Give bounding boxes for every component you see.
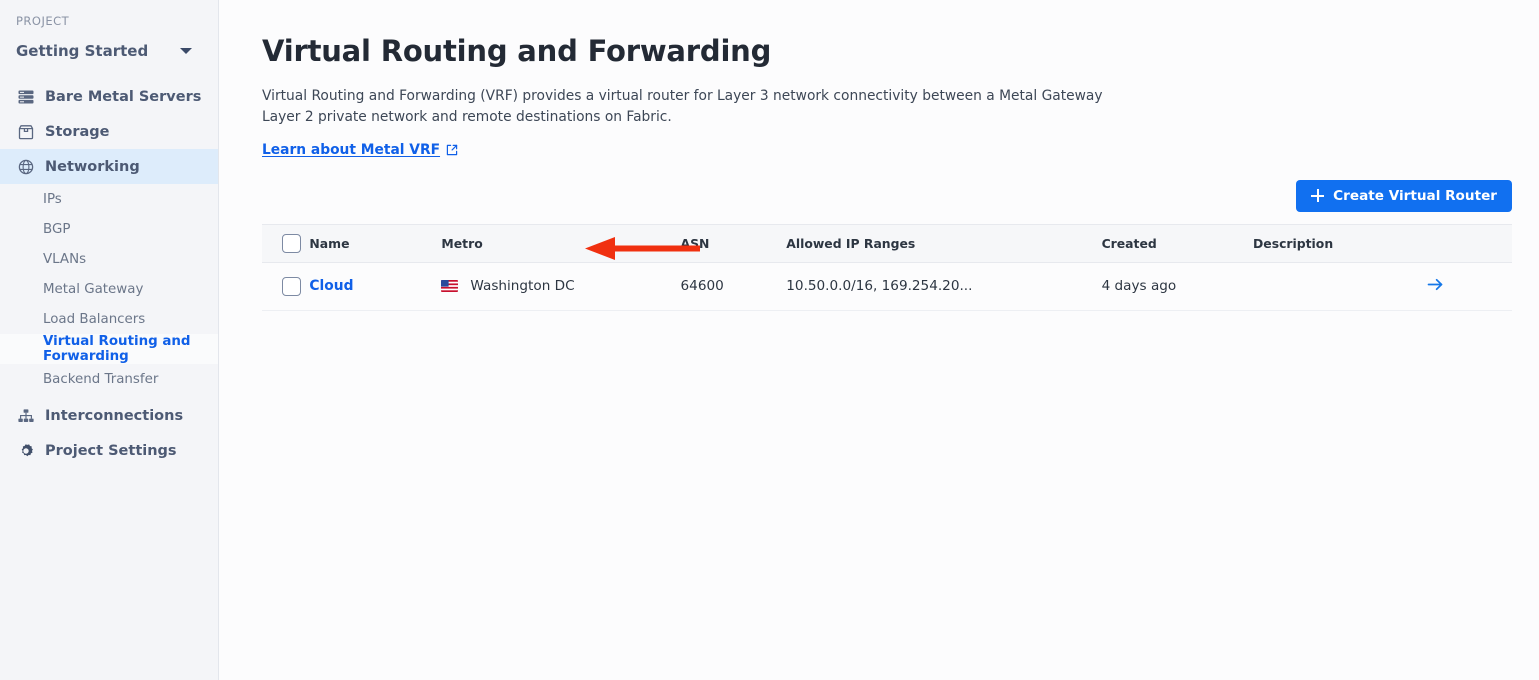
table-header: Name Metro ASN Allowed IP Ranges Created… — [262, 223, 1512, 263]
sidebar-subitem-label: Metal Gateway — [43, 281, 144, 297]
sidebar-subitem-label: IPs — [43, 191, 62, 207]
server-icon — [16, 87, 35, 106]
sidebar-item-label: Networking — [45, 158, 140, 175]
column-header-metro[interactable]: Metro — [441, 223, 681, 263]
project-label: PROJECT — [16, 14, 70, 28]
sidebar-subitem-ips[interactable]: IPs — [0, 184, 218, 214]
create-virtual-router-button[interactable]: Create Virtual Router — [1296, 179, 1512, 212]
table-header-row: Name Metro ASN Allowed IP Ranges Created… — [262, 223, 1512, 263]
create-virtual-router-label: Create Virtual Router — [1333, 187, 1497, 204]
column-header-created[interactable]: Created — [1101, 223, 1253, 263]
select-all-checkbox[interactable] — [282, 233, 301, 253]
main-content: Virtual Routing and Forwarding Virtual R… — [219, 0, 1539, 680]
chevron-down-icon — [180, 48, 192, 54]
us-flag-icon — [441, 280, 459, 293]
vrf-table-container: Name Metro ASN Allowed IP Ranges Created… — [262, 223, 1512, 311]
sidebar-subitem-label: Load Balancers — [43, 311, 146, 327]
row-created-cell: 4 days ago — [1101, 262, 1253, 311]
sidebar-subitem-label: Virtual Routing and Forwarding — [43, 334, 191, 364]
sidebar-subitem-metal-gateway[interactable]: Metal Gateway — [0, 274, 218, 304]
row-allowed-ip-ranges-cell: 10.50.0.0/16, 169.254.20... — [786, 262, 1102, 311]
sidebar-subitem-bgp[interactable]: BGP — [0, 214, 218, 244]
row-name-cell: Cloud — [309, 262, 442, 311]
sidebar-item-bare-metal-servers[interactable]: Bare Metal Servers — [0, 79, 218, 114]
row-description-cell — [1253, 262, 1427, 311]
sidebar-subitem-load-balancers[interactable]: Load Balancers — [0, 304, 218, 334]
gear-icon — [16, 441, 35, 460]
select-all-cell — [262, 223, 310, 263]
row-checkbox[interactable] — [282, 276, 301, 296]
column-header-asn[interactable]: ASN — [680, 223, 787, 263]
arrow-right-icon[interactable] — [1427, 277, 1444, 296]
sidebar-item-storage[interactable]: Storage — [0, 114, 218, 149]
project-switcher[interactable]: Getting Started — [0, 37, 218, 65]
sidebar-subitem-vlans[interactable]: VLANs — [0, 244, 218, 274]
table-body: Cloud Washington DC 64600 10.50.0.0/16, … — [262, 262, 1512, 311]
learn-link-label: Learn about Metal VRF — [262, 141, 441, 158]
globe-icon — [16, 157, 35, 176]
table-row[interactable]: Cloud Washington DC 64600 10.50.0.0/16, … — [262, 262, 1512, 311]
sidebar-subitem-label: Backend Transfer — [43, 371, 159, 387]
vrf-name-link[interactable]: Cloud — [309, 278, 353, 294]
vrf-table: Name Metro ASN Allowed IP Ranges Created… — [262, 223, 1512, 311]
sidebar: PROJECT Getting Started Bare Metal Serve… — [0, 0, 219, 680]
row-asn-cell: 64600 — [680, 262, 787, 311]
sidebar-item-project-settings[interactable]: Project Settings — [0, 433, 218, 468]
sidebar-item-networking[interactable]: Networking — [0, 149, 218, 184]
app-root: PROJECT Getting Started Bare Metal Serve… — [0, 0, 1539, 680]
column-header-actions — [1426, 223, 1512, 263]
metro-label: Washington DC — [470, 278, 575, 295]
sidebar-item-label: Project Settings — [45, 442, 177, 459]
sidebar-subitem-label: VLANs — [43, 251, 87, 267]
column-header-description[interactable]: Description — [1253, 223, 1427, 263]
sidebar-subitem-virtual-routing-and-forwarding[interactable]: Virtual Routing and Forwarding — [0, 334, 218, 364]
external-link-icon — [446, 144, 458, 156]
toolbar: Create Virtual Router — [262, 179, 1514, 212]
sidebar-subitem-label: BGP — [43, 221, 71, 237]
learn-about-metal-vrf-link[interactable]: Learn about Metal VRF — [262, 142, 458, 158]
storage-box-icon — [16, 122, 35, 141]
sidebar-item-label: Bare Metal Servers — [45, 88, 202, 105]
row-actions-cell — [1426, 262, 1512, 311]
project-name: Getting Started — [16, 42, 149, 60]
column-header-name[interactable]: Name — [309, 223, 442, 263]
page-description: Virtual Routing and Forwarding (VRF) pro… — [262, 87, 1103, 126]
sidebar-item-label: Interconnections — [45, 407, 184, 424]
sidebar-item-interconnections[interactable]: Interconnections — [0, 398, 218, 433]
column-header-allowed-ip-ranges[interactable]: Allowed IP Ranges — [786, 223, 1102, 263]
sidebar-item-label: Storage — [45, 123, 110, 140]
sidebar-subitem-backend-transfer[interactable]: Backend Transfer — [0, 364, 218, 394]
plus-icon — [1311, 189, 1325, 203]
row-checkbox-cell — [262, 262, 310, 311]
page-title: Virtual Routing and Forwarding — [262, 34, 772, 68]
hierarchy-icon — [16, 406, 35, 425]
row-metro-cell: Washington DC — [441, 262, 681, 311]
